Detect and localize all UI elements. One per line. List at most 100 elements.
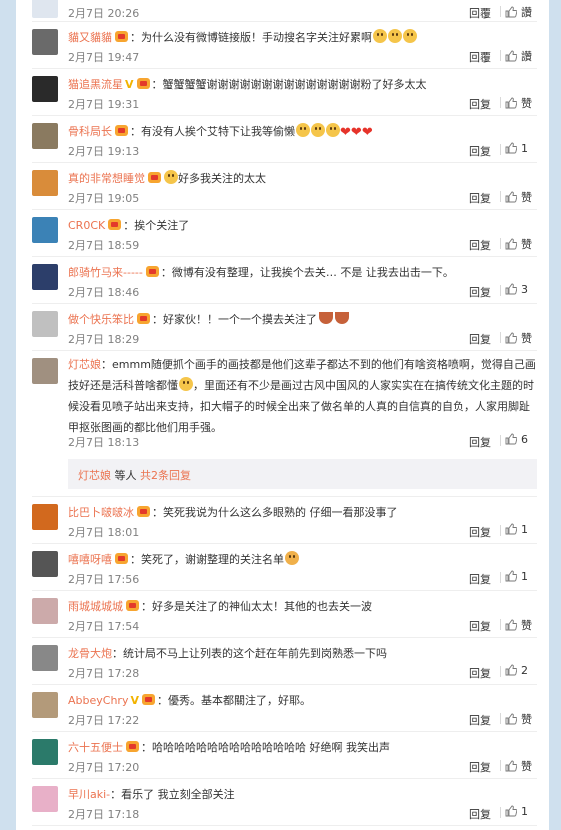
username-link[interactable]: 骨科局长 <box>68 125 112 138</box>
username-link[interactable]: 猫追黑流星 <box>68 78 123 91</box>
username-link[interactable]: 真的非常想睡觉 <box>68 172 145 185</box>
thumbs-up-icon <box>505 332 521 345</box>
reply-button[interactable]: 回覆 <box>469 49 491 65</box>
like-button[interactable]: 讚 <box>505 4 537 20</box>
thumbs-up-icon <box>505 664 521 677</box>
username-link[interactable]: 龙骨大炮 <box>68 647 112 660</box>
vip-badge-icon <box>137 506 150 517</box>
like-button[interactable]: 赞 <box>505 95 537 111</box>
comment-item: 郎骑竹马来----- ：微博有没有整理，让我挨个去关… 不是 让我去出击一下。 2月… <box>32 257 537 304</box>
timestamp: 2月7日 19:13 <box>68 145 140 158</box>
avatar[interactable] <box>32 598 58 624</box>
reply-button[interactable]: 回覆 <box>469 5 491 21</box>
avatar[interactable] <box>32 264 58 290</box>
page-background-right <box>549 0 561 830</box>
like-count: 2 <box>521 664 528 677</box>
comment-text: AbbeyChry V ：優秀。基本都關注了，好耶。 <box>68 692 537 710</box>
like-button[interactable]: 1 <box>505 523 537 536</box>
comment-item: 真的非常想睡觉 好多我关注的太太 2月7日 19:05 回复 赞 <box>32 163 537 210</box>
username-link[interactable]: 六十五便士 <box>68 741 123 754</box>
comment-body: ：有没有人挨个艾特下让我等偷懒 <box>130 125 295 138</box>
reply-button[interactable]: 回复 <box>469 665 491 681</box>
more-replies-link[interactable]: 共2条回复 <box>140 469 191 482</box>
thumbs-up-icon <box>505 433 521 446</box>
reply-button[interactable]: 回复 <box>469 712 491 728</box>
avatar[interactable] <box>32 76 58 102</box>
username-link[interactable]: 雨城城城城 <box>68 600 123 613</box>
comment-text: 雨城城城城 ：好多是关注了的神仙太太！其他的也去关一波 <box>68 598 537 616</box>
sub-reply-user[interactable]: 灯芯娘 <box>78 469 111 482</box>
reply-button[interactable]: 回复 <box>469 618 491 634</box>
like-button[interactable]: 1 <box>505 142 537 155</box>
comment-text: 六十五便士 ：哈哈哈哈哈哈哈哈哈哈哈哈哈哈 好绝啊 我笑出声 <box>68 739 537 757</box>
comment-item: 2月7日 20:26 回覆 讚 <box>32 0 537 22</box>
like-button[interactable]: 讚 <box>505 48 537 64</box>
comment-text: 貓又貓貓 ：为什么没有微博链接版！手动搜名字关注好累啊 <box>68 29 537 47</box>
divider <box>500 332 501 343</box>
avatar[interactable] <box>32 358 58 384</box>
like-count: 1 <box>521 570 528 583</box>
username-link[interactable]: 貓又貓貓 <box>68 31 112 44</box>
avatar[interactable] <box>32 311 58 337</box>
reply-button[interactable]: 回复 <box>469 806 491 822</box>
reply-button[interactable]: 回复 <box>469 190 491 206</box>
like-button[interactable]: 2 <box>505 664 537 677</box>
comment-item: 龙骨大炮：统计局不马上让列表的这个赶在年前先到岗熟悉一下吗 2月7日 17:28 回… <box>32 638 537 685</box>
like-button[interactable]: 3 <box>505 283 537 296</box>
reply-button[interactable]: 回复 <box>469 237 491 253</box>
username-link[interactable]: 做个快乐笨比 <box>68 313 134 326</box>
avatar[interactable] <box>32 645 58 671</box>
reply-button[interactable]: 回复 <box>469 96 491 112</box>
username-link[interactable]: AbbeyChry <box>68 694 128 707</box>
like-button[interactable]: 赞 <box>505 330 537 346</box>
like-button[interactable]: 1 <box>505 570 537 583</box>
reply-button[interactable]: 回复 <box>469 524 491 540</box>
reply-button[interactable]: 回复 <box>469 571 491 587</box>
comment-body: ：为什么没有微博链接版！手动搜名字关注好累啊 <box>130 31 372 44</box>
username-link[interactable]: 嘻嘻呀嘻 <box>68 553 112 566</box>
avatar[interactable] <box>32 551 58 577</box>
avatar[interactable] <box>32 170 58 196</box>
reply-button[interactable]: 回复 <box>469 143 491 159</box>
username-link[interactable]: 早川aki- <box>68 788 110 801</box>
avatar[interactable] <box>32 123 58 149</box>
comment-body: ：笑死我说为什么这么多眼熟的 仔细一看那没事了 <box>152 506 398 519</box>
like-button[interactable]: 赞 <box>505 189 537 205</box>
reply-button[interactable]: 回复 <box>469 759 491 775</box>
avatar[interactable] <box>32 29 58 55</box>
comment-item: 比巴卜啵啵冰 ：笑死我说为什么这么多眼熟的 仔细一看那没事了 2月7日 18:01 回… <box>32 497 537 544</box>
username-link[interactable]: 灯芯娘 <box>68 358 101 371</box>
like-button[interactable]: 赞 <box>505 236 537 252</box>
like-button[interactable]: 赞 <box>505 758 537 774</box>
reply-button[interactable]: 回复 <box>469 284 491 300</box>
divider <box>500 619 501 630</box>
avatar[interactable] <box>32 692 58 718</box>
like-button[interactable]: 1 <box>505 805 537 818</box>
reply-button[interactable]: 回复 <box>469 434 491 450</box>
avatar[interactable] <box>32 0 58 18</box>
like-button[interactable]: 赞 <box>505 617 537 633</box>
username-link[interactable]: 比巴卜啵啵冰 <box>68 506 134 519</box>
avatar[interactable] <box>32 739 58 765</box>
like-count: 赞 <box>521 97 532 110</box>
like-button[interactable]: 6 <box>505 433 537 446</box>
sticker-icon <box>319 312 333 324</box>
username-link[interactable]: 郎骑竹马来----- <box>68 266 143 279</box>
like-count: 赞 <box>521 191 532 204</box>
username-link[interactable]: CR0CK <box>68 219 105 232</box>
sub-replies-box[interactable]: 灯芯娘 等人 共2条回复 <box>68 459 537 489</box>
like-count: 3 <box>521 283 528 296</box>
thumbs-up-icon <box>505 191 521 204</box>
like-count: 赞 <box>521 760 532 773</box>
avatar[interactable] <box>32 786 58 812</box>
like-button[interactable]: 赞 <box>505 711 537 727</box>
reply-button[interactable]: 回复 <box>469 331 491 347</box>
like-count: 赞 <box>521 713 532 726</box>
comment-body: ：看乐了 我立刻全部关注 <box>110 788 235 801</box>
avatar[interactable] <box>32 217 58 243</box>
emoji-icon <box>179 377 193 391</box>
timestamp: 2月7日 17:20 <box>68 761 140 774</box>
avatar[interactable] <box>32 504 58 530</box>
emoji-icon <box>388 29 402 43</box>
timestamp: 2月7日 17:54 <box>68 620 140 633</box>
